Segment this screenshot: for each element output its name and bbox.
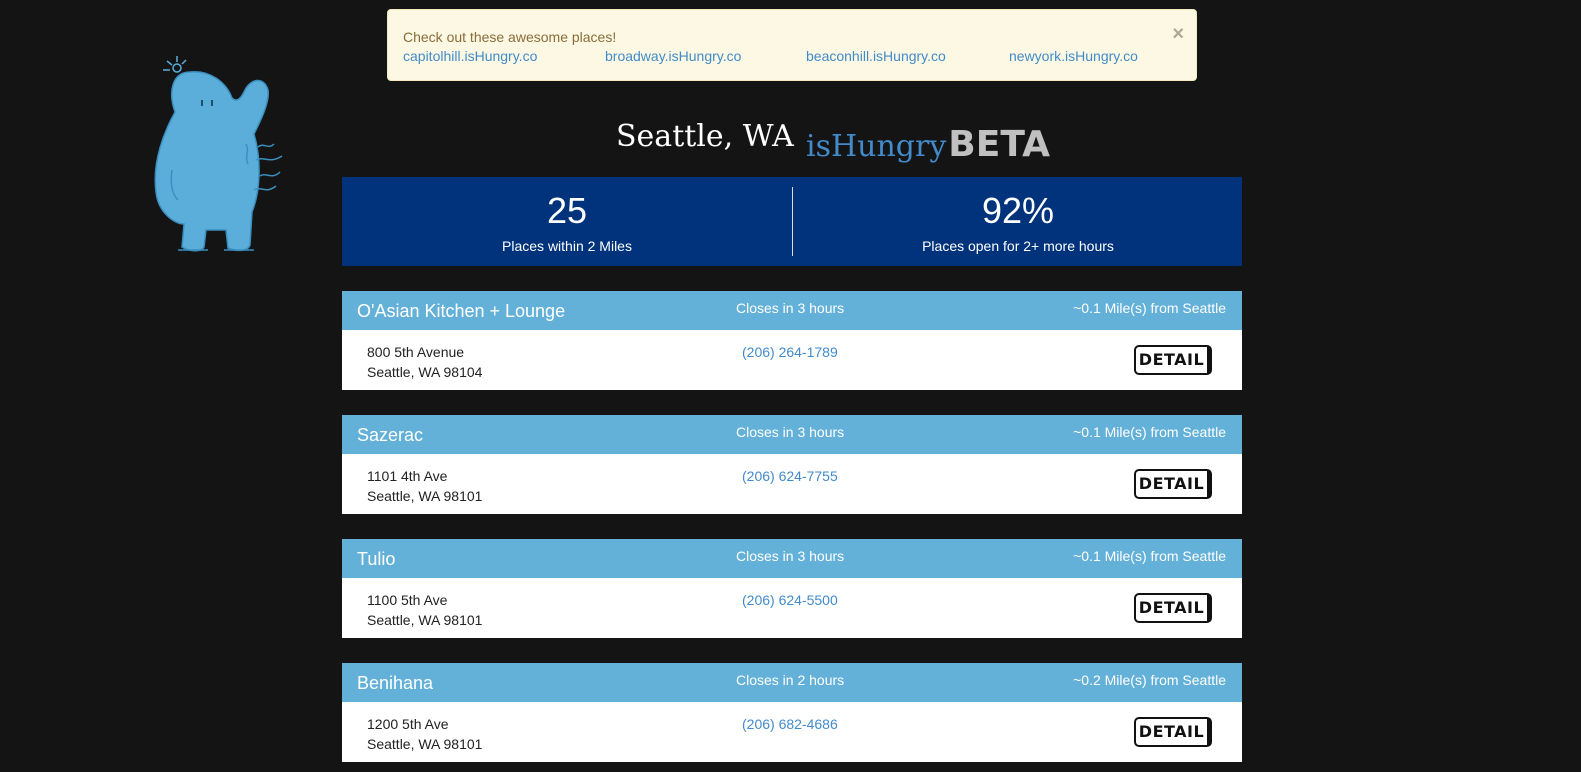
phone-link[interactable]: (206) 624-7755 <box>742 466 838 486</box>
restaurant-card: Tulio Closes in 3 hours ~0.1 Mile(s) fro… <box>342 539 1242 638</box>
restaurant-card-header: O'Asian Kitchen + Lounge Closes in 3 hou… <box>342 291 1242 330</box>
stat-value: 92% <box>981 190 1055 231</box>
stat-label: Places within 2 Miles <box>502 238 632 254</box>
address-line-1: 800 5th Avenue <box>367 344 465 360</box>
distance: ~0.1 Mile(s) from Seattle <box>1073 300 1226 316</box>
distance: ~0.1 Mile(s) from Seattle <box>1073 424 1226 440</box>
restaurant-list: O'Asian Kitchen + Lounge Closes in 3 hou… <box>342 291 1242 772</box>
detail-button[interactable]: DETAIL <box>1134 717 1212 747</box>
stats-panel: 25 Places within 2 Miles 92% Places open… <box>342 177 1242 266</box>
restaurant-address: 800 5th Avenue Seattle, WA 98104 <box>367 342 482 382</box>
closing-time: Closes in 3 hours <box>736 548 845 564</box>
phone-link[interactable]: (206) 264-1789 <box>742 342 838 362</box>
restaurant-address: 1100 5th Ave Seattle, WA 98101 <box>367 590 482 630</box>
restaurant-name: O'Asian Kitchen + Lounge <box>357 301 566 321</box>
stat-label: Places open for 2+ more hours <box>922 238 1114 254</box>
restaurant-card-body: 1101 4th Ave Seattle, WA 98101 (206) 624… <box>342 454 1242 514</box>
phone-link[interactable]: (206) 624-5500 <box>742 590 838 610</box>
restaurant-address: 1101 4th Ave Seattle, WA 98101 <box>367 466 482 506</box>
detail-button[interactable]: DETAIL <box>1134 345 1212 375</box>
alert-link-broadway[interactable]: broadway.isHungry.co <box>605 48 741 64</box>
page-title-city: Seattle, WA <box>616 119 794 154</box>
restaurant-name: Tulio <box>357 549 396 569</box>
restaurant-card-body: 800 5th Avenue Seattle, WA 98104 (206) 2… <box>342 330 1242 390</box>
alert-link-newyork[interactable]: newyork.isHungry.co <box>1009 48 1138 64</box>
restaurant-name: Sazerac <box>357 425 424 445</box>
distance: ~0.2 Mile(s) from Seattle <box>1073 672 1226 688</box>
address-line-2: Seattle, WA 98101 <box>367 488 483 504</box>
restaurant-card: Sazerac Closes in 3 hours ~0.1 Mile(s) f… <box>342 415 1242 514</box>
alert-link-capitolhill[interactable]: capitolhill.isHungry.co <box>403 48 537 64</box>
address-line-2: Seattle, WA 98104 <box>367 364 483 380</box>
closing-time: Closes in 3 hours <box>736 424 845 440</box>
distance: ~0.1 Mile(s) from Seattle <box>1073 548 1226 564</box>
brand-logo[interactable]: isHungryBETA <box>806 124 1050 165</box>
restaurant-card: Benihana Closes in 2 hours ~0.2 Mile(s) … <box>342 663 1242 762</box>
stat-places-open: 92% Places open for 2+ more hours <box>793 177 1243 266</box>
stat-value: 25 <box>546 190 588 231</box>
address-line-2: Seattle, WA 98101 <box>367 612 483 628</box>
alert-message: Check out these awesome places! <box>403 29 617 45</box>
restaurant-address: 1200 5th Ave Seattle, WA 98101 <box>367 714 482 754</box>
stat-places-nearby: 25 Places within 2 Miles <box>342 177 792 266</box>
address-line-1: 1101 4th Ave <box>367 468 448 484</box>
restaurant-card-header: Benihana Closes in 2 hours ~0.2 Mile(s) … <box>342 663 1242 702</box>
restaurant-name: Benihana <box>357 673 434 693</box>
beta-badge: BETA <box>948 124 1050 165</box>
restaurant-card-body: 1200 5th Ave Seattle, WA 98101 (206) 682… <box>342 702 1242 762</box>
alert-link-beaconhill[interactable]: beaconhill.isHungry.co <box>806 48 946 64</box>
restaurant-card: O'Asian Kitchen + Lounge Closes in 3 hou… <box>342 291 1242 390</box>
close-icon[interactable]: × <box>1172 24 1184 44</box>
phone-link[interactable]: (206) 682-4686 <box>742 714 838 734</box>
closing-time: Closes in 3 hours <box>736 300 845 316</box>
detail-button[interactable]: DETAIL <box>1134 593 1212 623</box>
closing-time: Closes in 2 hours <box>736 672 845 688</box>
restaurant-card-body: 1100 5th Ave Seattle, WA 98101 (206) 624… <box>342 578 1242 638</box>
restaurant-card-header: Tulio Closes in 3 hours ~0.1 Mile(s) fro… <box>342 539 1242 578</box>
address-line-1: 1200 5th Ave <box>367 716 449 732</box>
promo-alert: Check out these awesome places! capitolh… <box>387 9 1197 81</box>
blue-creature-mascot-icon <box>154 56 283 252</box>
address-line-1: 1100 5th Ave <box>367 592 448 608</box>
address-line-2: Seattle, WA 98101 <box>367 736 483 752</box>
brand-name: isHungry <box>806 129 947 164</box>
page: Check out these awesome places! capitolh… <box>0 0 1581 772</box>
detail-button[interactable]: DETAIL <box>1134 469 1212 499</box>
restaurant-card-header: Sazerac Closes in 3 hours ~0.1 Mile(s) f… <box>342 415 1242 454</box>
